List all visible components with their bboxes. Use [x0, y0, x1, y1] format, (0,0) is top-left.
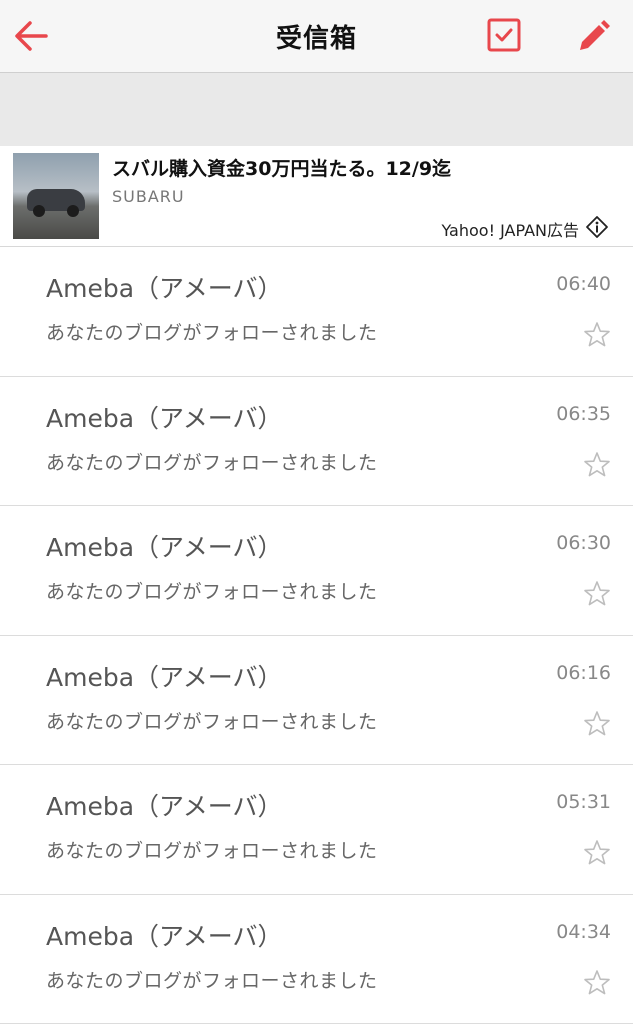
message-list: Ameba（アメーバ）あなたのブログがフォローされました06:40Ameba（ア… — [0, 247, 633, 1024]
ad-thumbnail — [13, 153, 99, 239]
message-subject: あなたのブログがフォローされました — [46, 707, 378, 734]
select-mode-button[interactable] — [482, 14, 526, 58]
ad-info-icon — [585, 215, 609, 239]
message-row[interactable]: Ameba（アメーバ） あなたのブログがフォローされました 06:35 — [0, 377, 633, 507]
pull-area — [0, 73, 633, 146]
star-icon — [582, 320, 612, 350]
star-toggle[interactable] — [582, 579, 612, 609]
message-sender: Ameba（アメーバ） — [46, 269, 283, 305]
message-sender: Ameba（アメーバ） — [46, 787, 283, 823]
message-subject: あなたのブログがフォローされました — [46, 836, 378, 863]
compose-button[interactable] — [570, 14, 614, 58]
ad-title: スバル購入資金30万円当たる。12/9迄 — [112, 154, 451, 181]
page-title: 受信箱 — [0, 18, 633, 55]
star-toggle[interactable] — [582, 838, 612, 868]
message-sender: Ameba（アメーバ） — [46, 917, 283, 953]
ad-sponsor: SUBARU — [112, 187, 185, 206]
navigation-bar: 受信箱 — [0, 0, 633, 73]
ad-info-button[interactable] — [585, 215, 609, 239]
star-toggle[interactable] — [582, 709, 612, 739]
message-subject: あなたのブログがフォローされました — [46, 318, 378, 345]
message-sender: Ameba（アメーバ） — [46, 528, 283, 564]
star-icon — [582, 968, 612, 998]
star-toggle[interactable] — [582, 450, 612, 480]
star-icon — [582, 838, 612, 868]
checkbox-icon — [482, 14, 526, 58]
star-icon — [582, 450, 612, 480]
message-subject: あなたのブログがフォローされました — [46, 577, 378, 604]
message-row[interactable]: Ameba（アメーバ） あなたのブログがフォローされました 06:30 — [0, 506, 633, 636]
message-sender: Ameba（アメーバ） — [46, 658, 283, 694]
message-time: 04:34 — [556, 921, 611, 943]
message-sender: Ameba（アメーバ） — [46, 399, 283, 435]
message-time: 06:16 — [556, 662, 611, 684]
sponsored-ad[interactable]: スバル購入資金30万円当たる。12/9迄 SUBARU Yahoo! JAPAN… — [0, 146, 633, 247]
ad-label: Yahoo! JAPAN広告 — [441, 217, 579, 241]
message-row[interactable]: Ameba（アメーバ） あなたのブログがフォローされました 06:40 — [0, 247, 633, 377]
star-toggle[interactable] — [582, 320, 612, 350]
message-row[interactable]: Ameba（アメーバ） あなたのブログがフォローされました 04:34 — [0, 895, 633, 1024]
message-time: 06:30 — [556, 532, 611, 554]
star-icon — [582, 709, 612, 739]
message-time: 06:35 — [556, 403, 611, 425]
message-row[interactable]: Ameba（アメーバ） あなたのブログがフォローされました 06:16 — [0, 636, 633, 766]
star-icon — [582, 579, 612, 609]
message-time: 06:40 — [556, 273, 611, 295]
star-toggle[interactable] — [582, 968, 612, 998]
message-subject: あなたのブログがフォローされました — [46, 448, 378, 475]
pencil-icon — [570, 14, 614, 58]
message-row[interactable]: Ameba（アメーバ） あなたのブログがフォローされました 05:31 — [0, 765, 633, 895]
message-time: 05:31 — [556, 791, 611, 813]
message-subject: あなたのブログがフォローされました — [46, 966, 378, 993]
